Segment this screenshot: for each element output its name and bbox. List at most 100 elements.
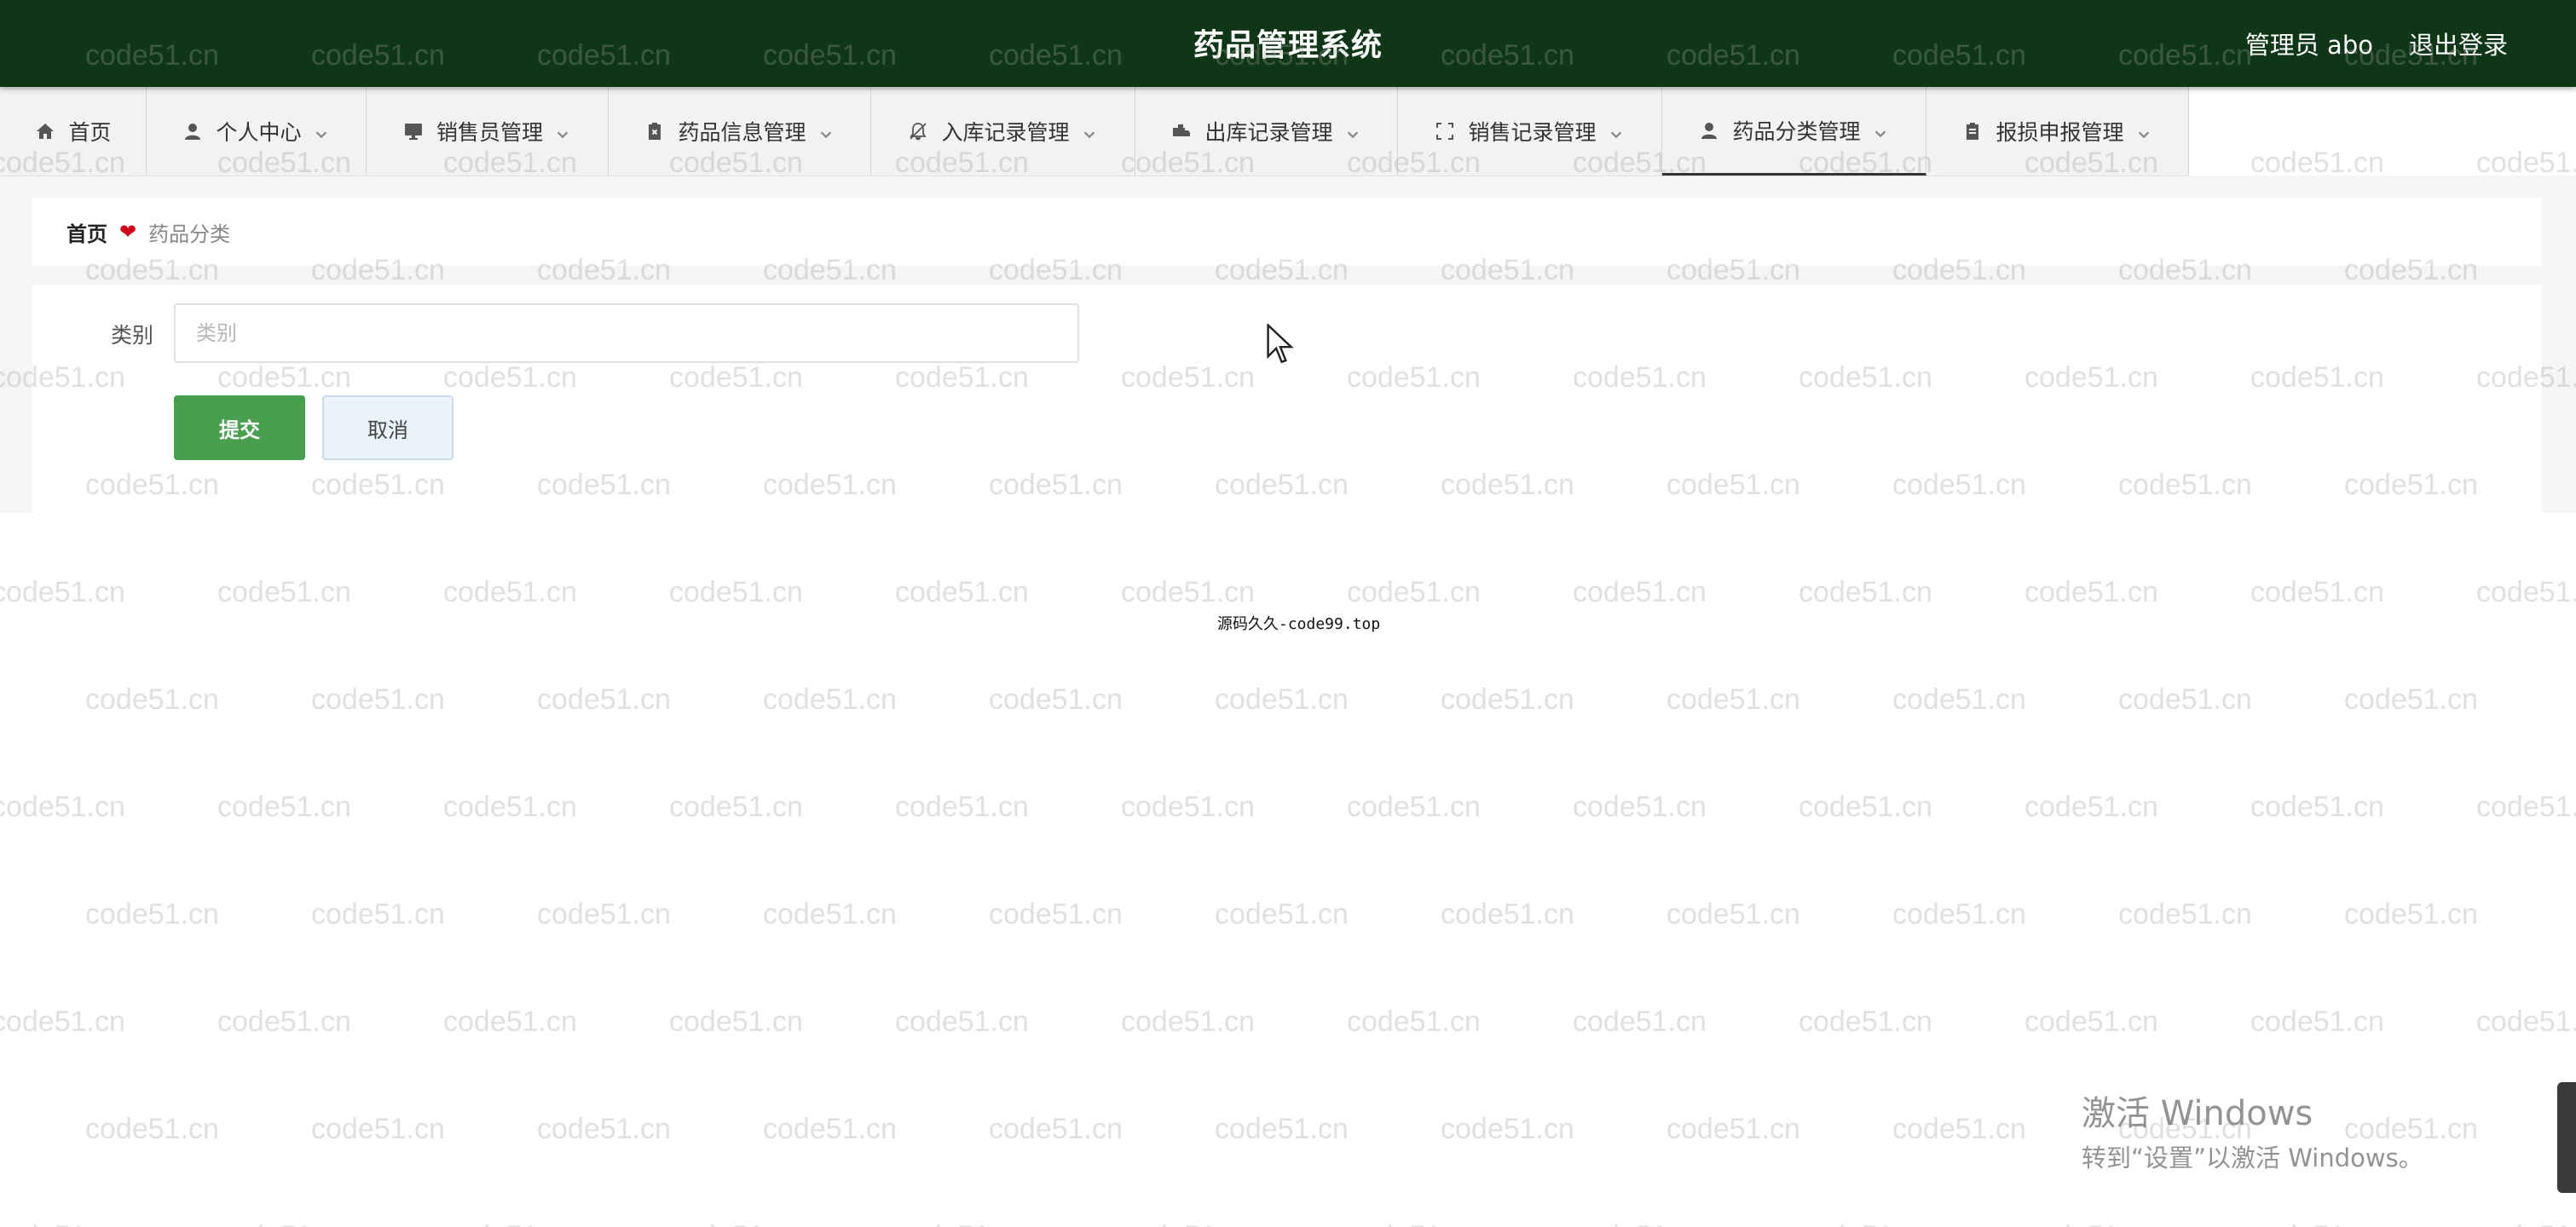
clipboard-x-icon [644, 120, 666, 142]
monitor-icon [402, 120, 425, 142]
person-icon [1698, 119, 1720, 141]
watermark-text: code51.cn [763, 898, 897, 930]
watermark-text: code51.cn [669, 1005, 803, 1038]
nav-item-damage-report[interactable]: 报损申报管理 [1926, 87, 2189, 176]
chevron-down-icon [314, 123, 331, 140]
watermark-text: code51.cn [1799, 1005, 1932, 1038]
bell-off-icon [907, 120, 929, 142]
watermark-text: code51.cn [763, 1113, 897, 1145]
watermark-text: code51.cn [217, 576, 351, 608]
nav-item-personal-center[interactable]: 个人中心 [147, 87, 367, 176]
watermark-text: code51.cn [1799, 576, 1932, 608]
watermark-text: code51.cn [989, 1113, 1123, 1145]
watermark-text: code51.cn [217, 1220, 351, 1227]
watermark-text: code51.cn [895, 791, 1029, 823]
watermark-text: code51.cn [311, 683, 445, 716]
nav-item-salesperson[interactable]: 销售员管理 [367, 87, 609, 176]
nav-item-label: 药品信息管理 [678, 120, 806, 145]
watermark-text: code51.cn [2250, 1005, 2384, 1038]
watermark-text: code51.cn [1215, 1113, 1349, 1145]
watermark-text: code51.cn [85, 898, 219, 930]
watermark-text: code51.cn [2250, 576, 2384, 608]
chevron-down-icon [1345, 123, 1362, 140]
watermark-text: code51.cn [443, 576, 577, 608]
watermark-text: code51.cn [1666, 683, 1800, 716]
nav-item-label: 入库记录管理 [941, 120, 1070, 145]
watermark-text: code51.cn [669, 791, 803, 823]
nav-item-outbound[interactable]: 出库记录管理 [1135, 87, 1398, 176]
watermark-text: code51.cn [763, 683, 897, 716]
nav-item-label: 销售记录管理 [1468, 120, 1597, 145]
user-area: 管理员 abo 退出登录 [2245, 26, 2508, 61]
watermark-text: code51.cn [1347, 576, 1481, 608]
app-window: 药品管理系统 管理员 abo 退出登录 首页 个人中心 销售员管理 药品信息管理… [0, 0, 2576, 1227]
breadcrumb: 首页 ❤ 药品分类 [32, 198, 2542, 266]
truck-icon [1170, 120, 1193, 142]
category-label: 类别 [111, 323, 154, 348]
activation-hint: 转到“设置”以激活 Windows。 [2082, 1143, 2423, 1172]
watermark-text: code51.cn [217, 1005, 351, 1038]
watermark-text: code51.cn [217, 791, 351, 823]
side-scroll-handle[interactable] [2557, 1082, 2576, 1193]
watermark-text: code51.cn [85, 1113, 219, 1145]
watermark-text: code51.cn [895, 1220, 1029, 1227]
watermark-text: code51.cn [443, 1005, 577, 1038]
watermark-text: code51.cn [2250, 1220, 2384, 1227]
watermark-text: code51.cn [2118, 898, 2252, 930]
watermark-text: code51.cn [1121, 791, 1255, 823]
watermark-text: code51.cn [1215, 898, 1349, 930]
nav-item-drug-info[interactable]: 药品信息管理 [609, 87, 871, 176]
watermark-text: code51.cn [537, 683, 671, 716]
watermark-text: code51.cn [1573, 1005, 1707, 1038]
nav-item-drug-category[interactable]: 药品分类管理 [1662, 87, 1926, 176]
category-form: 类别 提交 取消 [32, 285, 2542, 513]
watermark-text: code51.cn [1121, 576, 1255, 608]
activation-title: 激活 Windows [2082, 1094, 2313, 1133]
submit-button[interactable]: 提交 [174, 395, 305, 460]
watermark-text: code51.cn [669, 1220, 803, 1227]
watermark-text: code51.cn [2118, 683, 2252, 716]
watermark-text: code51.cn [1347, 1220, 1481, 1227]
category-input[interactable] [174, 303, 1079, 363]
cancel-button[interactable]: 取消 [322, 395, 453, 460]
chevron-down-icon [1082, 123, 1099, 140]
watermark-text: code51.cn [895, 1005, 1029, 1038]
heart-icon: ❤ [119, 220, 137, 244]
nav-item-label: 个人中心 [216, 120, 302, 145]
chevron-down-icon [1873, 122, 1890, 139]
watermark-text: code51.cn [1892, 683, 2026, 716]
watermark-text: code51.cn [1799, 791, 1932, 823]
chevron-down-icon [818, 123, 835, 140]
watermark-text: code51.cn [0, 576, 125, 608]
watermark-text: code51.cn [1892, 1113, 2026, 1145]
nav-item-inbound[interactable]: 入库记录管理 [871, 87, 1135, 176]
person-icon [182, 120, 204, 142]
watermark-text: code51.cn [1573, 576, 1707, 608]
user-label: 管理员 abo [2244, 31, 2373, 60]
top-header: 药品管理系统 管理员 abo 退出登录 [0, 0, 2576, 87]
windows-activation-notice: 激活 Windows 转到“设置”以激活 Windows。 [2082, 1086, 2423, 1174]
nav-item-home[interactable]: 首页 [0, 87, 147, 176]
watermark-text: code51.cn [1799, 1220, 1932, 1227]
watermark-text: code51.cn [1441, 898, 1574, 930]
watermark-text: code51.cn [537, 898, 671, 930]
watermark-text: code51.cn [2024, 1005, 2158, 1038]
watermark-text: code51.cn [2024, 1220, 2158, 1227]
breadcrumb-home[interactable]: 首页 [66, 217, 107, 247]
watermark-text: code51.cn [2476, 1220, 2576, 1227]
watermark-text: code51.cn [989, 898, 1123, 930]
chevron-down-icon [555, 123, 572, 140]
watermark-text: code51.cn [2476, 1005, 2576, 1038]
watermark-text: code51.cn [2024, 791, 2158, 823]
frame-icon [1434, 120, 1456, 142]
logout-button[interactable]: 退出登录 [2409, 26, 2508, 61]
nav-item-label: 出库记录管理 [1204, 120, 1333, 145]
watermark-text: code51.cn [1666, 1113, 1800, 1145]
watermark-text: code51.cn [1441, 683, 1574, 716]
watermark-text: code51.cn [1121, 1220, 1255, 1227]
watermark-text: code51.cn [2250, 791, 2384, 823]
watermark-text: code51.cn [1573, 791, 1707, 823]
clipboard-icon [1961, 120, 1984, 142]
watermark-text: code51.cn [0, 1005, 125, 1038]
nav-item-sales-records[interactable]: 销售记录管理 [1398, 87, 1662, 176]
